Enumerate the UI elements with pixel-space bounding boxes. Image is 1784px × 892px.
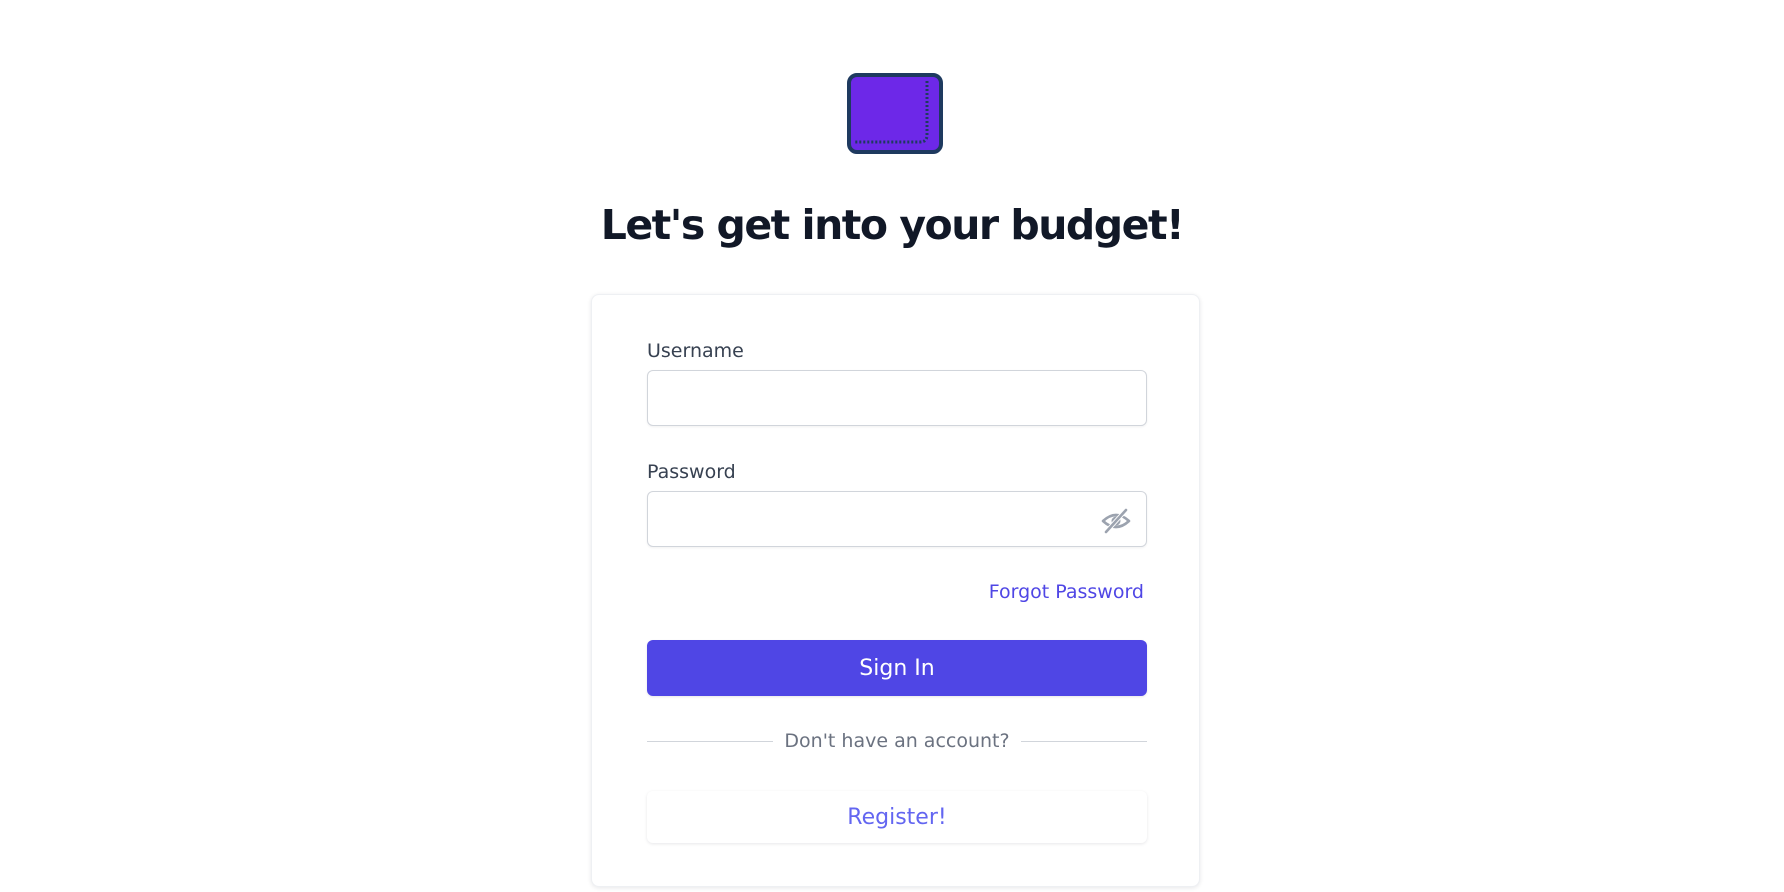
- divider-line-right: [1021, 741, 1147, 742]
- login-card: Username Password Forgot Password Sign I…: [591, 294, 1200, 887]
- wallet-icon: [847, 73, 943, 154]
- register-button[interactable]: Register!: [647, 791, 1147, 843]
- username-label: Username: [647, 340, 744, 362]
- page-title: Let's get into your budget!: [600, 201, 1185, 249]
- password-label: Password: [647, 461, 736, 483]
- eye-off-icon[interactable]: [1101, 508, 1131, 534]
- username-input[interactable]: [647, 370, 1147, 426]
- forgot-password-link[interactable]: Forgot Password: [989, 579, 1144, 605]
- sign-in-button[interactable]: Sign In: [647, 640, 1147, 696]
- login-page: Let's get into your budget! Username Pas…: [0, 0, 1784, 892]
- password-input[interactable]: [647, 491, 1147, 547]
